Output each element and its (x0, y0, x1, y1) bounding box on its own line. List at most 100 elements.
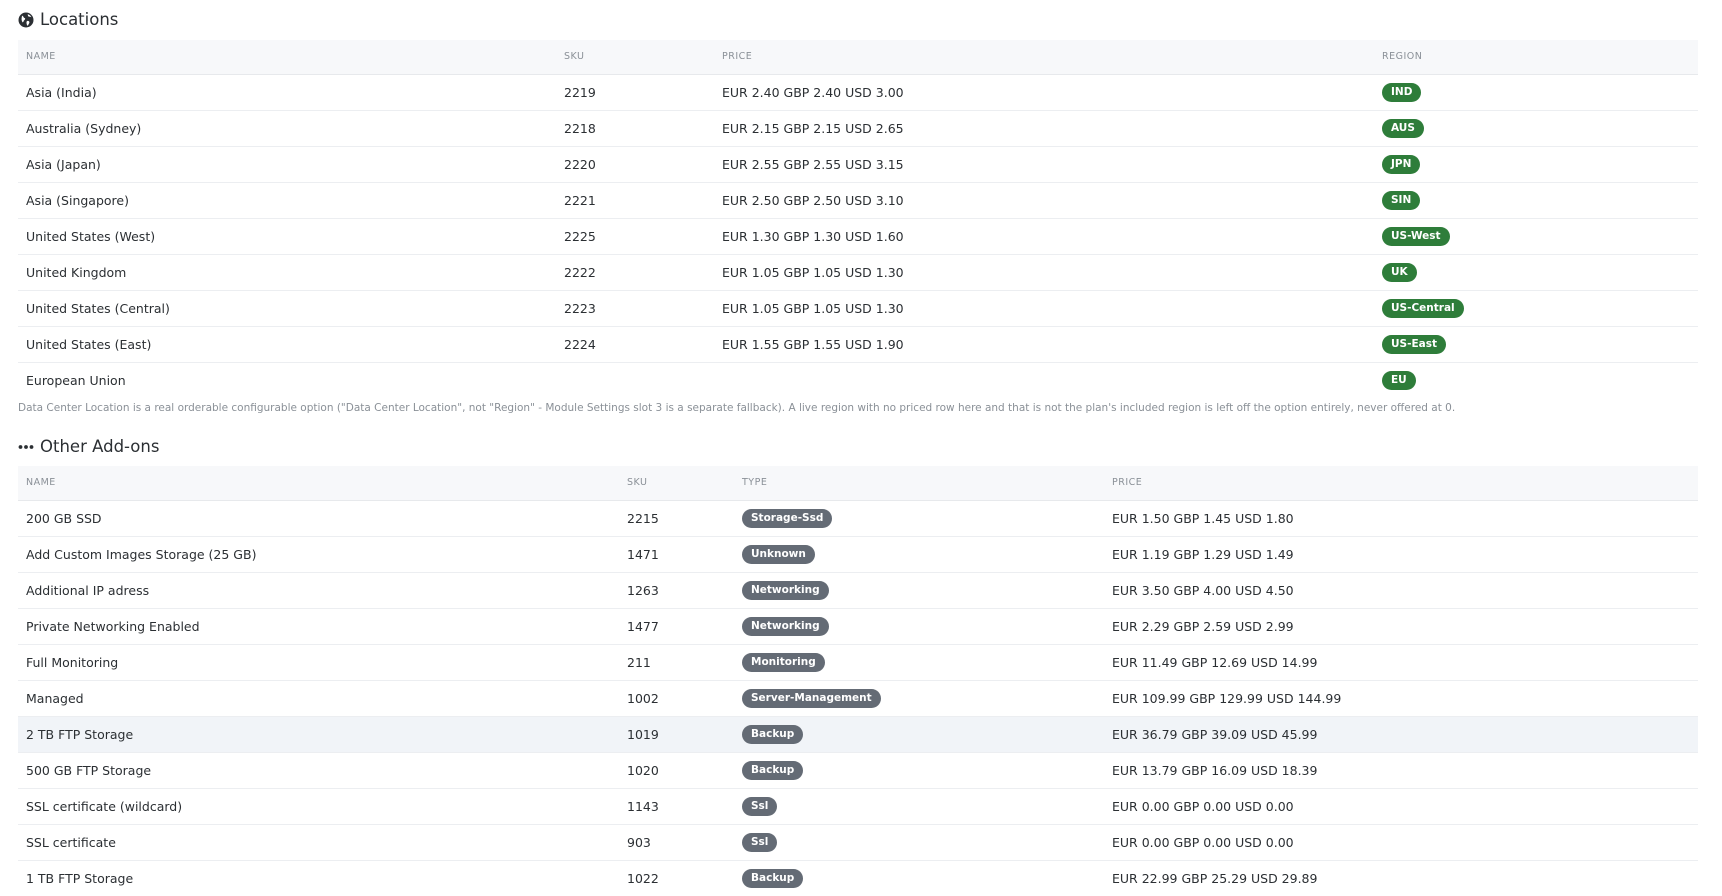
location-row: Asia (Singapore) 2221 EUR 2.50 GBP 2.50 … (18, 183, 1698, 219)
addons-section-title: Other Add-ons (18, 437, 159, 456)
globe-icon (18, 12, 34, 28)
location-row: United States (West) 2225 EUR 1.30 GBP 1… (18, 219, 1698, 255)
addon-price: EUR 3.50 GBP 4.00 USD 4.50 (1112, 583, 1294, 598)
addon-name: SSL certificate (26, 835, 116, 850)
addon-row: 200 GB SSD 2215 Storage-Ssd EUR 1.50 GBP… (18, 501, 1698, 537)
column-header-region: REGION (1382, 51, 1423, 62)
region-badge: US-East (1382, 335, 1446, 354)
location-name: European Union (26, 373, 126, 388)
location-price: EUR 2.55 GBP 2.55 USD 3.15 (722, 157, 904, 172)
locations-note: Data Center Location is a real orderable… (18, 402, 1456, 414)
addon-sku: 1019 (627, 727, 659, 742)
location-sku: 2224 (564, 337, 596, 352)
column-header-sku: SKU (564, 51, 585, 62)
addon-name: 500 GB FTP Storage (26, 763, 152, 778)
location-name: United States (West) (26, 229, 156, 244)
type-badge: Backup (742, 761, 804, 780)
type-badge: Backup (742, 869, 804, 888)
addon-name: SSL certificate (wildcard) (26, 799, 183, 814)
addon-name: 2 TB FTP Storage (26, 727, 134, 742)
column-header-price: PRICE (722, 51, 753, 62)
ellipsis-icon (18, 439, 34, 455)
locations-table-header: NAME SKU PRICE REGION (18, 40, 1698, 75)
location-price: EUR 2.50 GBP 2.50 USD 3.10 (722, 193, 904, 208)
region-badge: UK (1382, 263, 1417, 282)
addons-title: Other Add-ons (40, 437, 160, 456)
location-sku: 2222 (564, 265, 596, 280)
location-price: EUR 1.05 GBP 1.05 USD 1.30 (722, 301, 904, 316)
type-badge: Ssl (742, 797, 778, 816)
type-badge: Networking (742, 617, 829, 636)
addon-price: EUR 0.00 GBP 0.00 USD 0.00 (1112, 799, 1294, 814)
addons-table: NAME SKU TYPE PRICE 200 GB SSD 2215 Stor… (18, 466, 1698, 896)
region-badge: SIN (1382, 191, 1421, 210)
addon-row-highlighted: 2 TB FTP Storage 1019 Backup EUR 36.79 G… (18, 717, 1698, 753)
region-badge: JPN (1382, 155, 1421, 174)
addon-sku: 1002 (627, 691, 659, 706)
column-header-type: TYPE (742, 477, 768, 488)
location-sku: 2218 (564, 121, 596, 136)
column-header-price: PRICE (1112, 477, 1143, 488)
addon-sku: 1263 (627, 583, 659, 598)
location-row: Asia (Japan) 2220 EUR 2.55 GBP 2.55 USD … (18, 147, 1698, 183)
addon-name: Add Custom Images Storage (25 GB) (26, 547, 257, 562)
type-badge: Monitoring (742, 653, 825, 672)
column-header-sku: SKU (627, 477, 648, 488)
addon-price: EUR 13.79 GBP 16.09 USD 18.39 (1112, 763, 1318, 778)
addons-table-header: NAME SKU TYPE PRICE (18, 466, 1698, 501)
location-name: Australia (Sydney) (26, 121, 142, 136)
type-badge: Server-Management (742, 689, 881, 708)
location-name: United States (East) (26, 337, 152, 352)
addon-price: EUR 0.00 GBP 0.00 USD 0.00 (1112, 835, 1294, 850)
addon-sku: 2215 (627, 511, 659, 526)
type-badge: Backup (742, 725, 804, 744)
location-price: EUR 1.05 GBP 1.05 USD 1.30 (722, 265, 904, 280)
location-name: Asia (India) (26, 85, 97, 100)
location-name: Asia (Japan) (26, 157, 101, 172)
location-row: Australia (Sydney) 2218 EUR 2.15 GBP 2.1… (18, 111, 1698, 147)
addon-row: SSL certificate (wildcard) 1143 Ssl EUR … (18, 789, 1698, 825)
type-badge: Ssl (742, 833, 778, 852)
addon-price: EUR 1.50 GBP 1.45 USD 1.80 (1112, 511, 1294, 526)
addon-price: EUR 2.29 GBP 2.59 USD 2.99 (1112, 619, 1294, 634)
addon-name: Additional IP adress (26, 583, 150, 598)
type-badge: Unknown (742, 545, 815, 564)
locations-table: NAME SKU PRICE REGION Asia (India) 2219 … (18, 40, 1698, 398)
addon-name: 200 GB SSD (26, 511, 102, 526)
location-row: Asia (India) 2219 EUR 2.40 GBP 2.40 USD … (18, 75, 1698, 111)
addon-row: Add Custom Images Storage (25 GB) 1471 U… (18, 537, 1698, 573)
location-row: United Kingdom 2222 EUR 1.05 GBP 1.05 US… (18, 255, 1698, 291)
region-badge: AUS (1382, 119, 1424, 138)
location-sku: 2219 (564, 85, 596, 100)
locations-section-title: Locations (18, 10, 118, 29)
addon-row: Private Networking Enabled 1477 Networki… (18, 609, 1698, 645)
addon-row: 500 GB FTP Storage 1020 Backup EUR 13.79… (18, 753, 1698, 789)
location-price: EUR 1.30 GBP 1.30 USD 1.60 (722, 229, 904, 244)
addon-sku: 1477 (627, 619, 659, 634)
addon-sku: 903 (627, 835, 651, 850)
location-name: United States (Central) (26, 301, 170, 316)
addon-row: Managed 1002 Server-Management EUR 109.9… (18, 681, 1698, 717)
addon-sku: 1471 (627, 547, 659, 562)
addon-name: 1 TB FTP Storage (26, 871, 134, 886)
addon-row: SSL certificate 903 Ssl EUR 0.00 GBP 0.0… (18, 825, 1698, 861)
location-row: United States (Central) 2223 EUR 1.05 GB… (18, 291, 1698, 327)
type-badge: Storage-Ssd (742, 509, 833, 528)
region-badge: US-West (1382, 227, 1450, 246)
addon-price: EUR 109.99 GBP 129.99 USD 144.99 (1112, 691, 1342, 706)
column-header-name: NAME (26, 477, 56, 488)
addon-price: EUR 22.99 GBP 25.29 USD 29.89 (1112, 871, 1318, 886)
location-price: EUR 2.15 GBP 2.15 USD 2.65 (722, 121, 904, 136)
locations-title: Locations (40, 10, 119, 29)
column-header-name: NAME (26, 51, 56, 62)
region-badge: IND (1382, 83, 1422, 102)
addon-sku: 1143 (627, 799, 659, 814)
addon-name: Private Networking Enabled (26, 619, 200, 634)
addon-row: Additional IP adress 1263 Networking EUR… (18, 573, 1698, 609)
location-row: European Union EU (18, 363, 1698, 398)
addon-row: 1 TB FTP Storage 1022 Backup EUR 22.99 G… (18, 861, 1698, 896)
location-sku: 2223 (564, 301, 596, 316)
addon-price: EUR 1.19 GBP 1.29 USD 1.49 (1112, 547, 1294, 562)
location-name: Asia (Singapore) (26, 193, 129, 208)
addon-price: EUR 11.49 GBP 12.69 USD 14.99 (1112, 655, 1318, 670)
